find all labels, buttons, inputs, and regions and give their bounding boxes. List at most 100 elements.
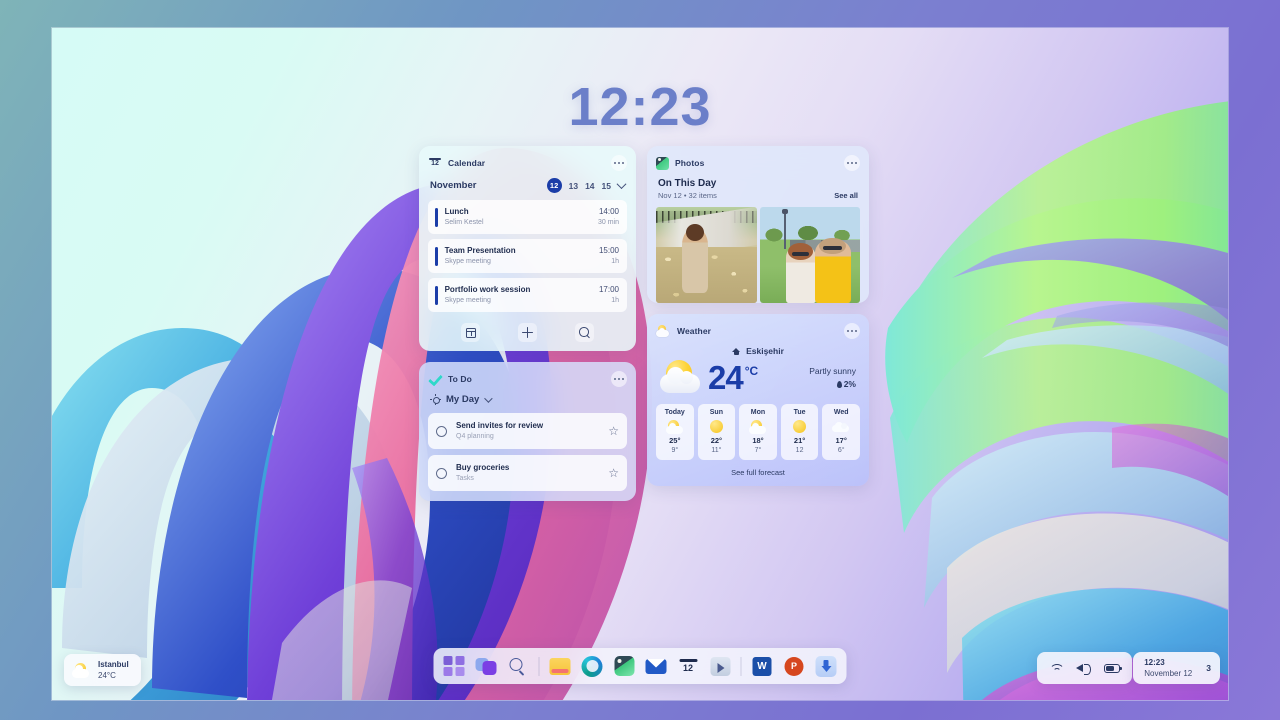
mail-button[interactable] [645,655,668,678]
edge-browser-icon [582,656,603,677]
forecast-day-mon[interactable]: Mon 18° 7° [739,404,777,460]
download-arrow-icon [816,656,837,677]
forecast-day-name: Sun [698,409,736,416]
sunny-icon [781,418,819,435]
chevron-down-icon[interactable] [617,179,627,189]
photos-see-all-link[interactable]: See all [834,191,858,200]
forecast-day-wed[interactable]: Wed 17° 6° [822,404,860,460]
weather-widget[interactable]: Weather Eskişehir 24 °C Partly sunny 2% [647,314,869,486]
forecast-day-tue[interactable]: Tue 21° 12 [781,404,819,460]
taskbar-divider [539,657,540,676]
todo-more-options-icon[interactable] [611,371,627,387]
edge-button[interactable] [581,655,604,678]
notification-badge[interactable]: 3 [1206,663,1211,673]
widgets-board: 12 Calendar November 12 13 14 15 [419,146,869,501]
weather-more-options-icon[interactable] [844,323,860,339]
forecast-high: 22° [698,436,736,445]
sun-icon [430,394,441,405]
event-accent-bar [435,286,438,305]
calendar-view-button[interactable] [461,323,480,342]
cloudy-icon [822,418,860,435]
word-icon: W [753,657,772,676]
forecast-day-today[interactable]: Today 25° 9° [656,404,694,460]
calendar-action-bar [428,317,627,344]
forecast-low: 6° [822,447,860,454]
task-subtitle: Tasks [456,474,599,484]
photos-button[interactable] [613,655,636,678]
calendar-widget[interactable]: 12 Calendar November 12 13 14 15 [419,146,636,351]
wifi-icon[interactable] [1049,663,1063,674]
forecast-day-name: Mon [739,409,777,416]
volume-icon[interactable] [1076,662,1091,674]
calendar-grid-icon [466,328,476,338]
search-icon [579,327,590,338]
event-title: Team Presentation [445,245,599,256]
event-time: 15:00 [599,245,619,256]
forecast-day-sun[interactable]: Sun 22° 11° [698,404,736,460]
powerpoint-button[interactable]: P [783,655,806,678]
forecast-high: 25° [656,436,694,445]
calendar-day-13[interactable]: 13 [569,181,578,191]
star-outline-icon[interactable]: ☆ [608,425,619,437]
photos-more-options-icon[interactable] [844,155,860,171]
photo-thumbnail-child-autumn-path[interactable] [656,207,757,303]
photos-icon [614,656,634,676]
checkmark-icon [428,373,442,386]
todo-task-row[interactable]: Buy groceries Tasks ☆ [428,455,627,491]
star-outline-icon[interactable]: ☆ [608,467,619,479]
widgets-button[interactable] [475,655,498,678]
calendar-day-15[interactable]: 15 [602,181,611,191]
calendar-day-pills: 12 13 14 15 [547,178,625,193]
new-event-button[interactable] [518,323,537,342]
photos-widget[interactable]: Photos On This Day Nov 12 • 32 items See… [647,146,869,303]
circle-checkbox-icon[interactable] [436,426,447,437]
weather-location-row[interactable]: Eskişehir [656,346,860,356]
calendar-12-icon: 12 [678,657,698,675]
todo-list-name: My Day [446,394,479,405]
windows-start-icon [444,656,464,676]
photos-thumbnail-grid [656,207,860,303]
weather-see-full-forecast-link[interactable]: See full forecast [656,460,860,478]
taskbar: 12 W P [434,648,847,684]
plus-icon [522,327,533,338]
battery-icon[interactable] [1104,664,1120,673]
taskbar-time: 12:23 [1144,658,1192,668]
event-time: 17:00 [599,284,619,295]
word-button[interactable]: W [751,655,774,678]
todo-widget[interactable]: To Do My Day Send invites for review Q4 … [419,362,636,501]
todo-list-selector[interactable]: My Day [430,394,625,405]
calendar-event-row[interactable]: Lunch Selim Kestel 14:00 30 min [428,200,627,234]
search-button[interactable] [507,655,530,678]
file-explorer-button[interactable] [549,655,572,678]
forecast-low: 11° [698,447,736,454]
search-icon [509,657,528,676]
weather-current-conditions: 24 °C Partly sunny 2% [656,358,860,404]
calendar-event-row[interactable]: Portfolio work session Skype meeting 17:… [428,278,627,312]
desktop-weather-pill[interactable]: Istanbul 24°C [64,654,141,686]
todo-task-row[interactable]: Send invites for review Q4 planning ☆ [428,413,627,449]
microsoft-store-icon [710,657,730,676]
task-title: Buy groceries [456,462,599,473]
forecast-low: 12 [781,447,819,454]
calendar-day-12[interactable]: 12 [547,178,562,193]
start-button[interactable] [443,655,466,678]
calendar-day-14[interactable]: 14 [585,181,594,191]
downloads-button[interactable] [815,655,838,678]
raindrop-icon [837,381,842,388]
taskbar-clock[interactable]: 12:23 November 12 3 [1133,652,1220,684]
search-events-button[interactable] [575,323,594,342]
calendar-more-options-icon[interactable] [611,155,627,171]
store-button[interactable] [709,655,732,678]
weather-forecast-row: Today 25° 9° Sun 22° 11° Mon 18° [656,404,860,460]
forecast-day-name: Tue [781,409,819,416]
calendar-button[interactable]: 12 [677,655,700,678]
photos-widget-header: Photos [656,155,860,171]
calendar-widget-header: 12 Calendar [428,155,627,171]
calendar-event-row[interactable]: Team Presentation Skype meeting 15:00 1h [428,239,627,273]
circle-checkbox-icon[interactable] [436,468,447,479]
photo-thumbnail-couple-selfie-park[interactable] [760,207,861,303]
weather-widget-title: Weather [677,326,711,336]
forecast-day-name: Today [656,409,694,416]
system-tray[interactable] [1037,652,1132,684]
chevron-down-icon[interactable] [484,394,492,402]
